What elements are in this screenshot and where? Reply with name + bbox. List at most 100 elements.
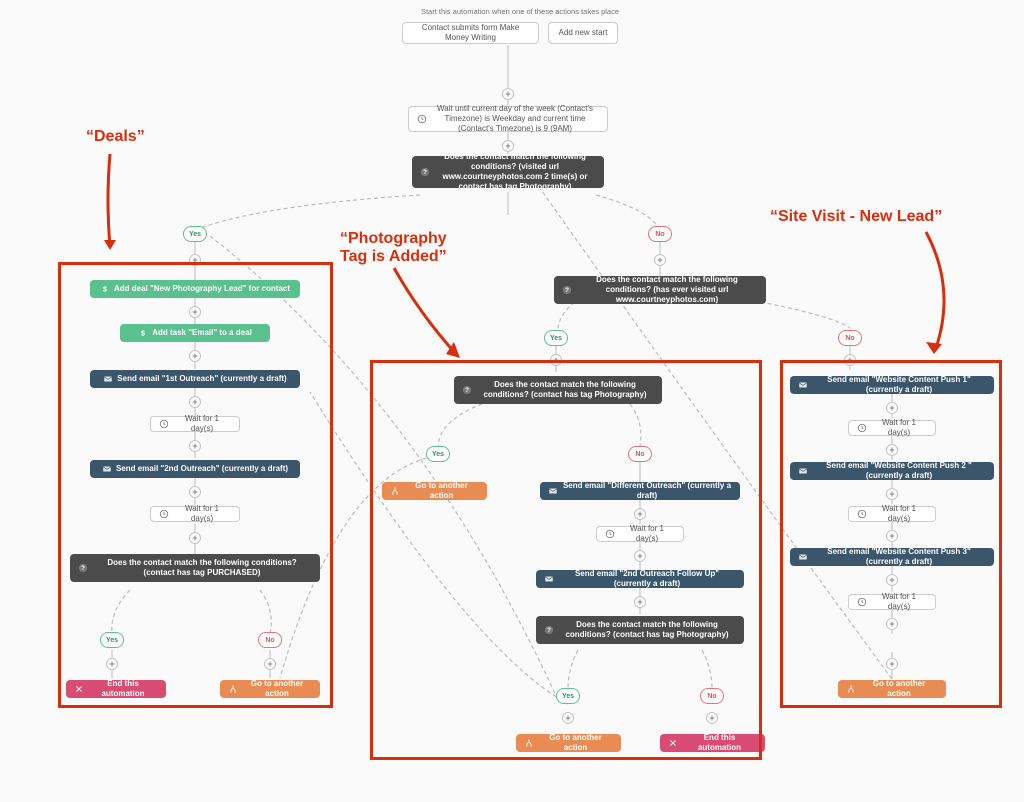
add-step-icon[interactable]: + — [189, 350, 201, 362]
annotation-deals: “Deals” — [86, 128, 145, 146]
send-email-2nd-followup[interactable]: Send email "2nd Outreach Follow Up" (cur… — [536, 570, 744, 588]
email-icon — [103, 374, 113, 384]
clock-icon — [159, 419, 169, 429]
node-label: Add task "Email" to a deal — [152, 328, 252, 338]
wait-1-day[interactable]: Wait for 1 day(s) — [150, 506, 240, 522]
add-step-icon[interactable]: + — [886, 488, 898, 500]
wait-1-day[interactable]: Wait for 1 day(s) — [848, 594, 936, 610]
trigger-contact-submits-form[interactable]: Contact submits form Make Money Writing — [402, 22, 539, 44]
condition-has-photography-tag[interactable]: ? Does the contact match the following co… — [454, 376, 662, 404]
go-to-another-action[interactable]: Go to another action — [838, 680, 946, 698]
node-label: Wait for 1 day(s) — [871, 592, 927, 612]
question-icon: ? — [78, 563, 88, 573]
annotation-site: “Site Visit - New Lead” — [770, 208, 942, 226]
clock-icon — [159, 509, 169, 519]
go-to-another-action[interactable]: Go to another action — [516, 734, 621, 752]
go-to-another-action[interactable]: Go to another action — [382, 482, 487, 500]
node-label: Wait for 1 day(s) — [173, 414, 231, 434]
add-step-icon[interactable]: + — [654, 254, 666, 266]
svg-text:?: ? — [81, 565, 85, 572]
add-step-icon[interactable]: + — [844, 354, 856, 366]
dollar-icon: $ — [138, 328, 148, 338]
add-task-node[interactable]: $ Add task "Email" to a deal — [120, 324, 270, 342]
question-icon: ? — [544, 625, 554, 635]
send-email-push-3[interactable]: Send email "Website Content Push 3" (cur… — [790, 548, 994, 566]
branch-icon — [524, 738, 534, 748]
node-label: Go to another action — [242, 679, 312, 699]
question-icon: ? — [420, 167, 430, 177]
branch-no: No — [700, 688, 724, 704]
add-step-icon[interactable]: + — [189, 396, 201, 408]
node-label: Does the contact match the following con… — [476, 380, 654, 400]
svg-text:?: ? — [565, 287, 569, 294]
add-step-icon[interactable]: + — [886, 574, 898, 586]
add-step-icon[interactable]: + — [106, 658, 118, 670]
add-step-icon[interactable]: + — [189, 486, 201, 498]
add-step-icon[interactable]: + — [634, 596, 646, 608]
condition-ever-visited[interactable]: ? Does the contact match the following co… — [554, 276, 766, 304]
condition-photography-visits[interactable]: ?Does the contact match the following co… — [412, 156, 604, 188]
clock-icon — [605, 529, 615, 539]
add-step-icon[interactable]: + — [189, 254, 201, 266]
node-label: Does the contact match the following con… — [576, 275, 758, 305]
wait-1-day[interactable]: Wait for 1 day(s) — [150, 416, 240, 432]
wait-until-time[interactable]: Wait until current day of the week (Cont… — [408, 106, 608, 132]
node-label: Send email "Website Content Push 1" (cur… — [812, 375, 986, 395]
send-email-push-1[interactable]: Send email "Website Content Push 1" (cur… — [790, 376, 994, 394]
clock-icon — [857, 597, 867, 607]
email-icon — [102, 464, 112, 474]
node-label: Wait for 1 day(s) — [173, 504, 231, 524]
branch-icon — [228, 684, 238, 694]
add-step-icon[interactable]: + — [189, 440, 201, 452]
annotation-arrow-deals — [96, 150, 136, 260]
node-label: Send email "2nd Outreach" (currently a d… — [116, 464, 288, 474]
question-icon: ? — [462, 385, 472, 395]
automation-canvas: Start this automation when one of these … — [0, 0, 1024, 802]
condition-purchased[interactable]: ?Does the contact match the following co… — [70, 554, 320, 582]
branch-yes: Yes — [183, 226, 207, 242]
add-step-icon[interactable]: + — [189, 306, 201, 318]
clock-icon — [417, 114, 427, 124]
add-step-icon[interactable]: + — [502, 88, 514, 100]
add-step-icon[interactable]: + — [706, 712, 718, 724]
node-label: Send email "Different Outreach" (current… — [562, 481, 732, 501]
branch-yes: Yes — [100, 632, 124, 648]
add-step-icon[interactable]: + — [886, 618, 898, 630]
branch-no: No — [258, 632, 282, 648]
annotation-arrow-photo — [380, 264, 470, 364]
svg-text:?: ? — [423, 169, 427, 176]
node-label: Go to another action — [538, 733, 613, 753]
add-step-icon[interactable]: + — [886, 402, 898, 414]
end-automation[interactable]: End this automation — [660, 734, 765, 752]
send-email-1st-outreach[interactable]: Send email "1st Outreach" (currently a d… — [90, 370, 300, 388]
add-step-icon[interactable]: + — [886, 530, 898, 542]
go-to-another-action[interactable]: Go to another action — [220, 680, 320, 698]
send-email-push-2[interactable]: Send email "Website Content Push 2 " (cu… — [790, 462, 994, 480]
add-new-start-button[interactable]: Add new start — [548, 22, 618, 44]
clock-icon — [857, 423, 867, 433]
add-step-icon[interactable]: + — [634, 550, 646, 562]
send-email-different-outreach[interactable]: Send email "Different Outreach" (current… — [540, 482, 740, 500]
add-step-icon[interactable]: + — [189, 532, 201, 544]
add-step-icon[interactable]: + — [502, 140, 514, 152]
condition-has-photography-tag-2[interactable]: ? Does the contact match the following co… — [536, 616, 744, 644]
add-step-icon[interactable]: + — [634, 508, 646, 520]
add-step-icon[interactable]: + — [886, 658, 898, 670]
branch-yes: Yes — [544, 330, 568, 346]
node-label: Does the contact match the following con… — [558, 620, 736, 640]
send-email-2nd-outreach[interactable]: Send email "2nd Outreach" (currently a d… — [90, 460, 300, 478]
node-label: Send email "Website Content Push 3" (cur… — [812, 547, 986, 567]
add-step-icon[interactable]: + — [886, 444, 898, 456]
node-label: Does the contact match the following con… — [434, 152, 596, 192]
wait-1-day[interactable]: Wait for 1 day(s) — [848, 506, 936, 522]
end-automation[interactable]: End this automation — [66, 680, 166, 698]
wait-1-day[interactable]: Wait for 1 day(s) — [596, 526, 684, 542]
add-deal-node[interactable]: $Add deal "New Photography Lead" for con… — [90, 280, 300, 298]
add-step-icon[interactable]: + — [264, 658, 276, 670]
add-step-icon[interactable]: + — [562, 712, 574, 724]
node-label: End this automation — [682, 733, 757, 753]
stop-icon — [668, 738, 678, 748]
add-step-icon[interactable]: + — [550, 354, 562, 366]
dollar-icon: $ — [100, 284, 110, 294]
wait-1-day[interactable]: Wait for 1 day(s) — [848, 420, 936, 436]
